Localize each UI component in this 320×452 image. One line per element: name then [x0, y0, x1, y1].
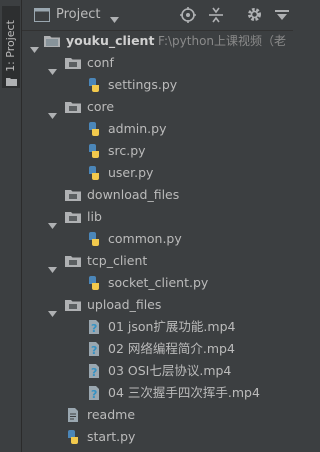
project-view-selector[interactable]: Project [56, 7, 100, 22]
svg-text:?: ? [91, 366, 97, 379]
tree-node-root[interactable]: youku_client F:\python上课视频（老 [22, 30, 293, 53]
folder-name: download_files [87, 187, 180, 202]
file-name: settings.py [108, 77, 178, 92]
svg-text:?: ? [91, 388, 97, 401]
hide-panel-icon[interactable] [274, 7, 290, 26]
root-folder-name: youku_client [66, 33, 155, 48]
file-name: admin.py [108, 121, 167, 136]
tree-node-core[interactable]: core [22, 96, 293, 119]
file-name: 03 OSI七层协议.mp4 [108, 363, 232, 378]
tree-file-admin[interactable]: admin.py [22, 118, 293, 140]
collapse-all-icon[interactable] [208, 7, 224, 26]
file-name: 04 三次握手四次挥手.mp4 [108, 385, 260, 400]
tree-file-readme[interactable]: readme [22, 404, 293, 426]
project-folder-icon [34, 8, 50, 25]
project-tree: youku_client F:\python上课视频（老 conf settin… [22, 30, 293, 452]
tree-file-mp4-02[interactable]: ? 02 网络编程简介.mp4 [22, 338, 293, 360]
tree-node-download-files[interactable]: download_files [22, 184, 293, 206]
tree-file-common[interactable]: common.py [22, 228, 293, 250]
file-name: src.py [108, 143, 146, 158]
file-name: 01 json扩展功能.mp4 [108, 319, 236, 334]
tree-file-user[interactable]: user.py [22, 162, 293, 184]
tree-file-start[interactable]: start.py [22, 426, 293, 448]
folder-name: core [87, 99, 115, 114]
tree-file-mp4-03[interactable]: ? 03 OSI七层协议.mp4 [22, 360, 293, 382]
project-panel-header: Project [22, 0, 293, 31]
file-name: user.py [108, 165, 154, 180]
file-name: common.py [108, 231, 182, 246]
file-name: 02 网络编程简介.mp4 [108, 341, 235, 356]
file-name: readme [87, 407, 136, 422]
chevron-down-icon[interactable] [110, 11, 119, 26]
folder-name: tcp_client [87, 253, 148, 268]
tree-node-lib[interactable]: lib [22, 206, 293, 229]
tree-file-mp4-04[interactable]: ? 04 三次握手四次挥手.mp4 [22, 382, 293, 404]
tree-node-upload-files[interactable]: upload_files [22, 294, 293, 317]
file-name: start.py [87, 429, 136, 444]
folder-name: lib [87, 209, 102, 224]
tree-file-socket-client[interactable]: socket_client.py [22, 272, 293, 294]
scroll-from-source-icon[interactable] [180, 7, 196, 26]
tree-file-mp4-01[interactable]: ? 01 json扩展功能.mp4 [22, 316, 293, 338]
folder-name: upload_files [87, 297, 162, 312]
svg-text:?: ? [91, 344, 97, 357]
svg-text:?: ? [91, 322, 97, 335]
tree-file-settings[interactable]: settings.py [22, 74, 293, 96]
folder-name: conf [87, 55, 114, 70]
tool-window-strip: 1: Project [0, 0, 22, 452]
root-folder-path: F:\python上课视频（老 [158, 34, 287, 48]
gear-icon[interactable] [246, 6, 263, 26]
file-name: socket_client.py [108, 275, 209, 290]
tree-node-tcp-client[interactable]: tcp_client [22, 250, 293, 273]
folder-icon [6, 74, 17, 89]
python-file-icon [65, 429, 81, 452]
tree-node-conf[interactable]: conf [22, 52, 293, 75]
tree-file-src[interactable]: src.py [22, 140, 293, 162]
